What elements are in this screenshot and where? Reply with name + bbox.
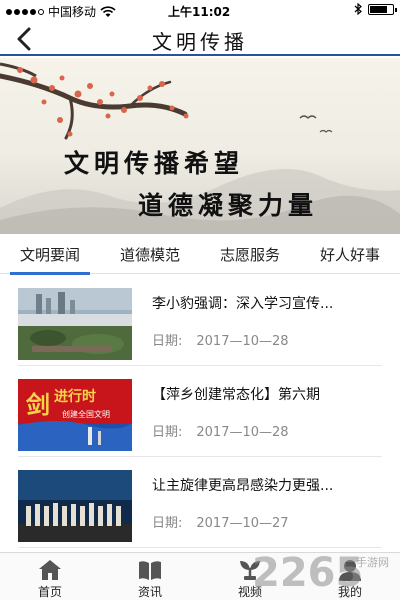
status-left: 中国移动	[6, 3, 116, 20]
news-date: 日期: 2017—10—28	[152, 421, 289, 440]
tab-moral-models[interactable]: 道德模范	[100, 234, 200, 274]
date-label: 日期:	[152, 516, 183, 531]
title-bar: 文明传播	[0, 22, 400, 56]
news-date: 日期: 2017—10—28	[152, 330, 289, 349]
battery-icon	[368, 3, 397, 15]
date-label: 日期:	[152, 425, 183, 440]
bluetooth-icon	[354, 3, 362, 15]
book-icon	[139, 561, 161, 580]
nav-label: 首页	[37, 585, 62, 599]
news-title: 【萍乡创建常态化】第六期	[152, 387, 320, 403]
date-value: 2017—10—28	[196, 425, 289, 440]
news-thumbnail	[18, 288, 132, 360]
date-label: 日期:	[152, 334, 183, 349]
news-item[interactable]: 让主旋律更高昂感染力更强... 日期: 2017—10—27	[18, 457, 382, 548]
svg-text:剑: 剑	[25, 390, 50, 419]
tab-label: 道德模范	[119, 245, 180, 264]
nav-label: 我的	[337, 585, 362, 599]
nav-news[interactable]: 资讯	[100, 553, 200, 600]
battery-fill	[370, 5, 387, 13]
tab-good-deeds[interactable]: 好人好事	[300, 234, 400, 274]
date-value: 2017—10—28	[196, 334, 289, 349]
news-item[interactable]: 李小豹强调：深入学习宣传... 日期: 2017—10—28	[18, 275, 382, 366]
news-title: 让主旋律更高昂感染力更强...	[152, 478, 334, 494]
nav-profile[interactable]: 我的	[300, 553, 400, 600]
banner-slogan-line2: 道德凝聚力量	[138, 191, 319, 220]
news-item[interactable]: 剑 进行时 创建全国文明 【萍乡创建常态化】第六期 日期: 2017—10—28	[18, 366, 382, 457]
nav-label: 资讯	[137, 585, 162, 599]
date-value: 2017—10—27	[196, 516, 289, 531]
tab-label: 好人好事	[319, 245, 380, 264]
banner-slogan-line1: 文明传播希望	[64, 149, 245, 178]
sprout-icon	[240, 561, 260, 580]
tab-label: 文明要闻	[19, 245, 80, 264]
status-right	[354, 3, 397, 15]
carrier-name: 中国移动	[48, 5, 97, 19]
tab-volunteer-service[interactable]: 志愿服务	[200, 234, 300, 274]
tab-label: 志愿服务	[219, 245, 280, 264]
svg-text:创建全国文明: 创建全国文明	[62, 409, 110, 419]
home-icon	[39, 560, 61, 580]
banner: 文明传播希望 道德凝聚力量	[0, 58, 400, 234]
page-title: 文明传播	[152, 30, 248, 54]
status-bar: 中国移动 上午11:02	[0, 0, 400, 22]
nav-video[interactable]: 视频	[200, 553, 300, 600]
signal-strength-icon	[6, 8, 44, 15]
news-thumbnail: 剑 进行时 创建全国文明	[18, 379, 132, 451]
news-list: 李小豹强调：深入学习宣传... 日期: 2017—10—28 剑 进行时 创建全国…	[0, 275, 400, 548]
news-date: 日期: 2017—10—27	[152, 512, 289, 531]
user-icon	[339, 560, 361, 581]
news-title: 李小豹强调：深入学习宣传...	[152, 296, 334, 312]
tab-civilization-news[interactable]: 文明要闻	[0, 234, 100, 275]
wifi-icon	[100, 5, 116, 17]
news-thumbnail	[18, 470, 132, 542]
svg-text:进行时: 进行时	[54, 388, 96, 405]
nav-home[interactable]: 首页	[0, 553, 100, 600]
nav-label: 视频	[237, 585, 262, 599]
bottom-nav: 首页 资讯 视频 我的	[0, 552, 400, 600]
category-tabs: 文明要闻 道德模范 志愿服务 好人好事	[0, 234, 400, 275]
status-time: 上午11:02	[168, 5, 231, 19]
